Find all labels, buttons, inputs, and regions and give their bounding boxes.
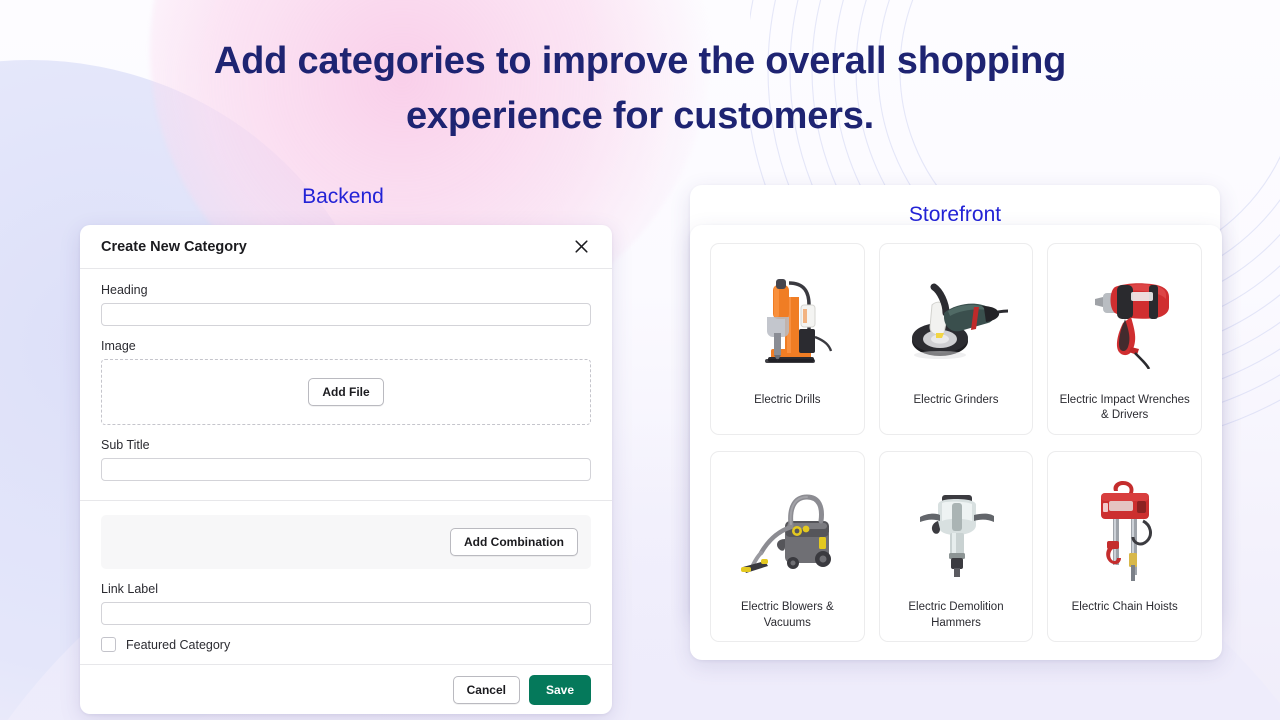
modal-body: Heading Image Add File Sub Title xyxy=(80,269,612,498)
cancel-button[interactable]: Cancel xyxy=(452,675,520,704)
category-card[interactable]: Electric Grinders xyxy=(878,243,1034,435)
add-file-button[interactable]: Add File xyxy=(308,378,384,406)
link-label-input[interactable] xyxy=(101,602,591,625)
category-grid: Electric Drills Electric Grinders Electr… xyxy=(710,243,1202,642)
angle-grinder-image xyxy=(888,256,1025,387)
category-label: Electric Grinders xyxy=(913,393,999,406)
category-label: Electric Drills xyxy=(754,393,821,406)
wet-dry-vacuum-image xyxy=(719,464,856,595)
link-label-field: Link Label xyxy=(101,582,591,625)
storefront-panel: Electric Drills Electric Grinders Electr… xyxy=(690,225,1222,660)
category-label: Electric Chain Hoists xyxy=(1071,601,1178,613)
featured-category-label: Featured Category xyxy=(126,637,231,652)
featured-category-checkbox[interactable] xyxy=(101,637,116,652)
modal-title: Create New Category xyxy=(101,238,247,255)
page-title: Add categories to improve the overall sh… xyxy=(213,40,1067,137)
image-field: Image Add File xyxy=(101,339,591,425)
sub-title-field: Sub Title xyxy=(101,438,591,481)
section-divider xyxy=(80,500,612,501)
sub-title-input[interactable] xyxy=(101,458,591,481)
heading-field: Heading xyxy=(101,283,591,326)
create-category-modal: Create New Category Heading Image Add Fi… xyxy=(80,225,612,714)
featured-category-row: Featured Category xyxy=(101,637,591,652)
image-dropzone[interactable]: Add File xyxy=(101,359,591,425)
category-label: Electric Blowers & Vacuums xyxy=(740,601,834,629)
chain-hoist-image xyxy=(1056,464,1193,595)
combination-bar: Add Combination xyxy=(101,515,591,569)
magnetic-drill-press-image xyxy=(719,256,856,387)
modal-lower-body: Link Label Featured Category xyxy=(80,569,612,664)
add-combination-button[interactable]: Add Combination xyxy=(450,528,578,556)
close-icon[interactable] xyxy=(570,236,592,258)
sub-title-label: Sub Title xyxy=(101,438,150,452)
impact-wrench-image xyxy=(1056,256,1193,387)
category-card[interactable]: Electric Blowers & Vacuums xyxy=(710,450,865,642)
heading-label: Heading xyxy=(101,283,148,297)
heading-input[interactable] xyxy=(101,303,591,326)
modal-footer: Cancel Save xyxy=(80,664,612,714)
image-label: Image xyxy=(101,339,136,353)
modal-header: Create New Category xyxy=(80,225,612,269)
category-card[interactable]: Electric Chain Hoists xyxy=(1047,450,1202,642)
save-button[interactable]: Save xyxy=(528,674,591,705)
category-card[interactable]: Electric Drills xyxy=(710,243,865,435)
backend-caption: Backend xyxy=(302,185,384,208)
category-label: Electric Demolition Hammers xyxy=(908,601,1004,629)
demolition-hammer-image xyxy=(888,464,1025,595)
category-label: Electric Impact Wrenches & Drivers xyxy=(1059,393,1190,422)
link-label-label: Link Label xyxy=(101,582,158,596)
category-card[interactable]: Electric Demolition Hammers xyxy=(878,450,1034,642)
category-card[interactable]: Electric Impact Wrenches & Drivers xyxy=(1047,243,1202,435)
